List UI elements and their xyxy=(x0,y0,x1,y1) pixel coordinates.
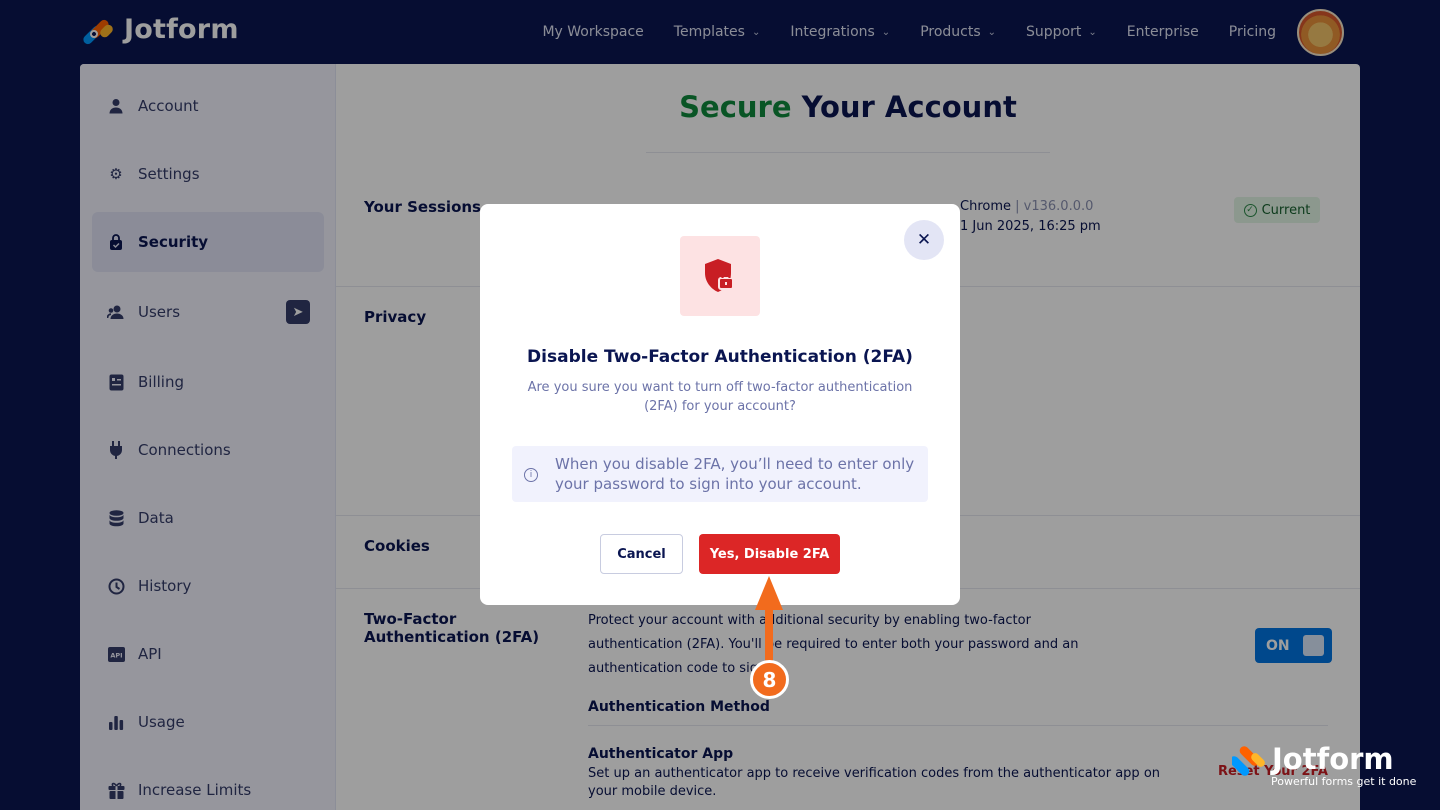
dialog-title: Disable Two-Factor Authentication (2FA) xyxy=(527,347,913,367)
watermark-brand: Jotform xyxy=(1272,742,1394,776)
confirm-disable-2fa-button[interactable]: Yes, Disable 2FA xyxy=(699,534,840,574)
shield-lock-icon-container xyxy=(680,236,760,316)
jotform-watermark: Jotform xyxy=(1232,742,1394,776)
close-button[interactable]: ✕ xyxy=(904,220,944,260)
info-notice: i When you disable 2FA, you’ll need to e… xyxy=(512,446,928,502)
watermark-tagline: Powerful forms get it done xyxy=(1271,775,1417,788)
close-icon: ✕ xyxy=(916,230,932,250)
cancel-button[interactable]: Cancel xyxy=(600,534,683,574)
info-text: When you disable 2FA, you’ll need to ent… xyxy=(555,455,915,493)
info-icon: i xyxy=(524,468,538,482)
disable-2fa-dialog: ✕ Disable Two-Factor Authentication (2FA… xyxy=(480,204,960,605)
shield-lock-icon xyxy=(705,259,734,292)
dialog-subtitle: Are you sure you want to turn off two-fa… xyxy=(527,380,913,414)
step-number-badge: 8 xyxy=(750,660,789,699)
jotform-watermark-icon xyxy=(1232,746,1265,776)
annotation-arrow-head-icon xyxy=(755,576,783,610)
